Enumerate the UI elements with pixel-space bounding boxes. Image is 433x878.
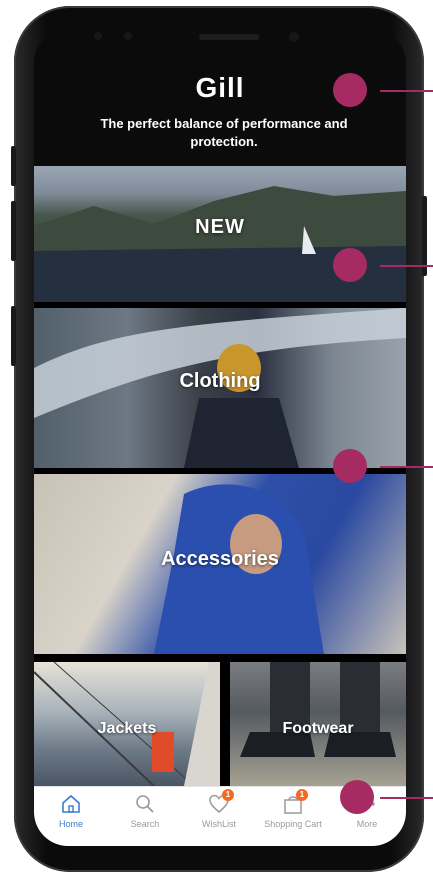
tab-search-label: Search [130, 819, 160, 829]
phone-side-button [422, 196, 427, 276]
tab-search[interactable]: Search [108, 793, 182, 829]
brand-tagline: The perfect balance of performance and p… [100, 116, 348, 149]
status-bar [34, 30, 406, 70]
tab-wishlist[interactable]: 1 WishList [182, 789, 256, 829]
callout-line [380, 797, 433, 799]
phone-side-button [11, 201, 16, 261]
category-label-jackets: Jackets [97, 720, 157, 737]
sensor [124, 32, 132, 40]
tab-cart[interactable]: 1 Shopping Cart [256, 789, 330, 829]
tab-home-label: Home [58, 819, 83, 829]
tab-home[interactable]: Home [34, 793, 108, 829]
category-tile-footwear[interactable]: Footwear [230, 662, 406, 786]
tab-wishlist-label: WishList [201, 819, 236, 829]
hotspot-marker[interactable] [333, 248, 367, 282]
wishlist-badge: 1 [222, 789, 234, 801]
category-label-accessories: Accessories [161, 548, 279, 570]
callout-line [380, 466, 433, 468]
category-label-clothing: Clothing [179, 370, 261, 392]
search-icon [134, 793, 156, 815]
tab-cart-label: Shopping Cart [264, 819, 322, 829]
front-camera [289, 32, 299, 42]
hotspot-marker[interactable] [333, 73, 367, 107]
callout-line [380, 90, 433, 92]
category-label-new: NEW [195, 216, 245, 238]
cart-badge: 1 [296, 789, 308, 801]
category-label-footwear: Footwear [282, 720, 354, 737]
hotspot-marker[interactable] [340, 780, 374, 814]
hotspot-marker[interactable] [333, 449, 367, 483]
tab-more-label: More [356, 819, 378, 829]
category-tile-accessories[interactable]: Accessories [34, 474, 406, 654]
category-tile-jackets[interactable]: Jackets [34, 662, 220, 786]
category-tile-clothing[interactable]: Clothing [34, 308, 406, 468]
phone-side-button [11, 146, 16, 186]
callout-line [380, 265, 433, 267]
app-screen: Gill The perfect balance of performance … [34, 30, 406, 846]
heart-icon: 1 [208, 789, 234, 815]
speaker-grille [199, 34, 259, 40]
home-icon [60, 793, 82, 815]
phone-side-button [11, 306, 16, 366]
shopping-bag-icon: 1 [282, 789, 308, 815]
sensor [94, 32, 102, 40]
